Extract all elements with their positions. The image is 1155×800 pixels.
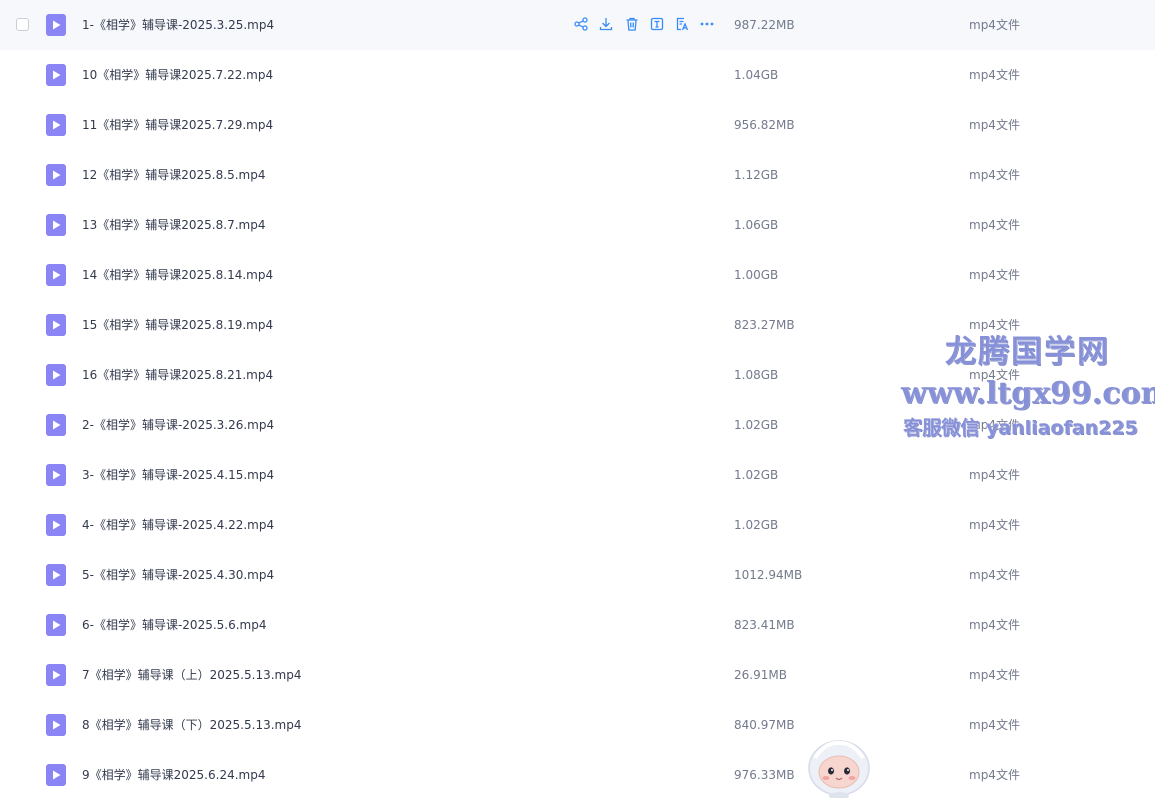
file-name[interactable]: 15《相学》辅导课2025.8.19.mp4 bbox=[82, 300, 273, 350]
assistant-mascot-icon[interactable] bbox=[805, 738, 873, 798]
file-row[interactable]: 12《相学》辅导课2025.8.5.mp4 1.12GB mp4文件 bbox=[0, 150, 1155, 200]
video-file-icon bbox=[46, 614, 66, 636]
file-size: 956.82MB bbox=[734, 118, 795, 132]
file-type: mp4文件 bbox=[969, 718, 1020, 732]
file-row[interactable]: 4-《相学》辅导课-2025.4.22.mp4 1.02GB mp4文件 bbox=[0, 500, 1155, 550]
text-extract-icon[interactable] bbox=[649, 16, 665, 32]
file-size: 840.97MB bbox=[734, 718, 795, 732]
video-file-icon bbox=[46, 164, 66, 186]
file-row[interactable]: 7《相学》辅导课（上）2025.5.13.mp4 26.91MB mp4文件 bbox=[0, 650, 1155, 700]
video-file-icon bbox=[46, 64, 66, 86]
video-file-icon bbox=[46, 714, 66, 736]
file-name[interactable]: 8《相学》辅导课（下）2025.5.13.mp4 bbox=[82, 700, 301, 750]
file-row[interactable]: 5-《相学》辅导课-2025.4.30.mp4 1012.94MB mp4文件 bbox=[0, 550, 1155, 600]
more-icon[interactable] bbox=[699, 16, 715, 32]
file-name[interactable]: 12《相学》辅导课2025.8.5.mp4 bbox=[82, 150, 265, 200]
video-file-icon bbox=[46, 114, 66, 136]
video-file-icon bbox=[46, 664, 66, 686]
file-size: 976.33MB bbox=[734, 768, 795, 782]
file-name[interactable]: 6-《相学》辅导课-2025.5.6.mp4 bbox=[82, 600, 267, 650]
file-name[interactable]: 3-《相学》辅导课-2025.4.15.mp4 bbox=[82, 450, 274, 500]
file-size: 1.02GB bbox=[734, 468, 779, 482]
file-type: mp4文件 bbox=[969, 518, 1020, 532]
file-row[interactable]: 16《相学》辅导课2025.8.21.mp4 1.08GB mp4文件 bbox=[0, 350, 1155, 400]
file-row[interactable]: 8《相学》辅导课（下）2025.5.13.mp4 840.97MB mp4文件 bbox=[0, 700, 1155, 750]
file-name[interactable]: 10《相学》辅导课2025.7.22.mp4 bbox=[82, 50, 273, 100]
file-size: 1.02GB bbox=[734, 418, 779, 432]
file-type: mp4文件 bbox=[969, 318, 1020, 332]
file-size: 823.41MB bbox=[734, 618, 795, 632]
file-size: 26.91MB bbox=[734, 668, 787, 682]
file-type: mp4文件 bbox=[969, 18, 1020, 32]
file-row[interactable]: 2-《相学》辅导课-2025.3.26.mp4 1.02GB mp4文件 bbox=[0, 400, 1155, 450]
file-name[interactable]: 9《相学》辅导课2025.6.24.mp4 bbox=[82, 750, 265, 800]
file-name[interactable]: 16《相学》辅导课2025.8.21.mp4 bbox=[82, 350, 273, 400]
file-row[interactable]: 1-《相学》辅导课-2025.3.25.mp4 987.22MB mp4文件 bbox=[0, 0, 1155, 50]
file-name[interactable]: 14《相学》辅导课2025.8.14.mp4 bbox=[82, 250, 273, 300]
file-type: mp4文件 bbox=[969, 68, 1020, 82]
video-file-icon bbox=[46, 14, 66, 36]
file-name[interactable]: 7《相学》辅导课（上）2025.5.13.mp4 bbox=[82, 650, 301, 700]
file-type: mp4文件 bbox=[969, 168, 1020, 182]
file-type: mp4文件 bbox=[969, 568, 1020, 582]
file-type: mp4文件 bbox=[969, 618, 1020, 632]
file-size: 1.00GB bbox=[734, 268, 779, 282]
file-row[interactable]: 9《相学》辅导课2025.6.24.mp4 976.33MB mp4文件 bbox=[0, 750, 1155, 800]
file-row[interactable]: 13《相学》辅导课2025.8.7.mp4 1.06GB mp4文件 bbox=[0, 200, 1155, 250]
video-file-icon bbox=[46, 214, 66, 236]
video-file-icon bbox=[46, 364, 66, 386]
file-type: mp4文件 bbox=[969, 768, 1020, 782]
file-type: mp4文件 bbox=[969, 668, 1020, 682]
file-row[interactable]: 10《相学》辅导课2025.7.22.mp4 1.04GB mp4文件 bbox=[0, 50, 1155, 100]
video-file-icon bbox=[46, 264, 66, 286]
video-file-icon bbox=[46, 764, 66, 786]
file-name[interactable]: 1-《相学》辅导课-2025.3.25.mp4 bbox=[82, 0, 274, 50]
video-file-icon bbox=[46, 514, 66, 536]
file-type: mp4文件 bbox=[969, 368, 1020, 382]
translate-icon[interactable] bbox=[674, 16, 690, 32]
file-type: mp4文件 bbox=[969, 468, 1020, 482]
video-file-icon bbox=[46, 414, 66, 436]
download-icon[interactable] bbox=[598, 16, 614, 32]
file-size: 1.06GB bbox=[734, 218, 779, 232]
video-file-icon bbox=[46, 314, 66, 336]
file-type: mp4文件 bbox=[969, 418, 1020, 432]
file-name[interactable]: 13《相学》辅导课2025.8.7.mp4 bbox=[82, 200, 265, 250]
video-file-icon bbox=[46, 564, 66, 586]
file-type: mp4文件 bbox=[969, 118, 1020, 132]
file-size: 1.12GB bbox=[734, 168, 779, 182]
file-name[interactable]: 4-《相学》辅导课-2025.4.22.mp4 bbox=[82, 500, 274, 550]
file-row[interactable]: 14《相学》辅导课2025.8.14.mp4 1.00GB mp4文件 bbox=[0, 250, 1155, 300]
share-icon[interactable] bbox=[573, 16, 589, 32]
file-size: 1.02GB bbox=[734, 518, 779, 532]
file-size: 823.27MB bbox=[734, 318, 795, 332]
file-size: 987.22MB bbox=[734, 18, 795, 32]
file-row[interactable]: 6-《相学》辅导课-2025.5.6.mp4 823.41MB mp4文件 bbox=[0, 600, 1155, 650]
file-type: mp4文件 bbox=[969, 268, 1020, 282]
delete-icon[interactable] bbox=[624, 16, 640, 32]
file-row[interactable]: 3-《相学》辅导课-2025.4.15.mp4 1.02GB mp4文件 bbox=[0, 450, 1155, 500]
file-name[interactable]: 2-《相学》辅导课-2025.3.26.mp4 bbox=[82, 400, 274, 450]
file-size: 1012.94MB bbox=[734, 568, 803, 582]
file-size: 1.04GB bbox=[734, 68, 779, 82]
file-row[interactable]: 11《相学》辅导课2025.7.29.mp4 956.82MB mp4文件 bbox=[0, 100, 1155, 150]
file-name[interactable]: 11《相学》辅导课2025.7.29.mp4 bbox=[82, 100, 273, 150]
file-type: mp4文件 bbox=[969, 218, 1020, 232]
file-name[interactable]: 5-《相学》辅导课-2025.4.30.mp4 bbox=[82, 550, 274, 600]
file-list: 1-《相学》辅导课-2025.3.25.mp4 987.22MB mp4文件 1… bbox=[0, 0, 1155, 798]
file-size: 1.08GB bbox=[734, 368, 779, 382]
file-row[interactable]: 15《相学》辅导课2025.8.19.mp4 823.27MB mp4文件 bbox=[0, 300, 1155, 350]
row-checkbox[interactable] bbox=[16, 18, 29, 31]
video-file-icon bbox=[46, 464, 66, 486]
